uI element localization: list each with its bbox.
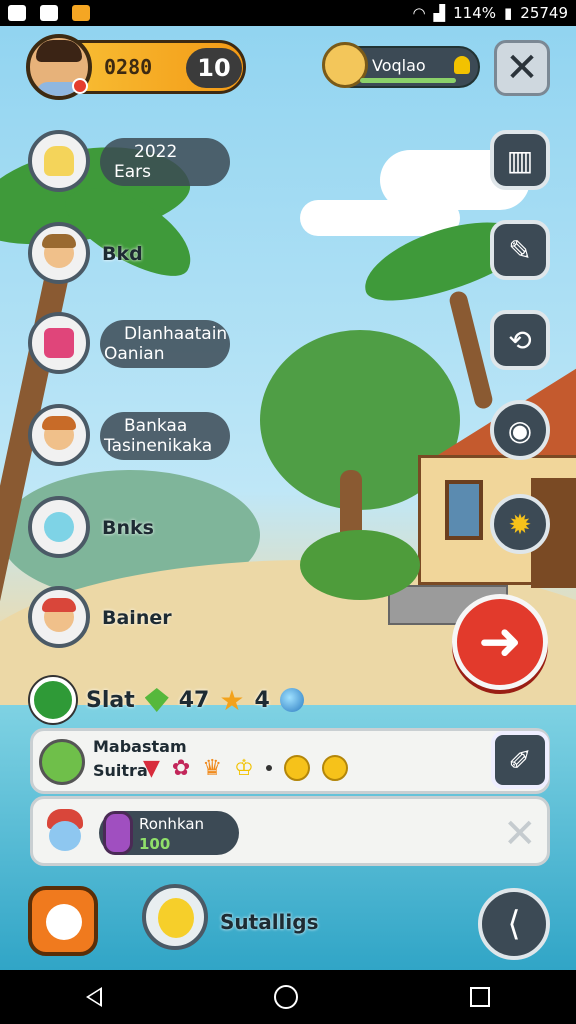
battery-icon: ▮ [504, 4, 513, 22]
beach-house [378, 355, 576, 625]
menu-item-team[interactable]: Bankaa Tasinenikaka [28, 404, 238, 466]
go-button[interactable]: ➜ [452, 594, 548, 690]
app-notification-icon [8, 5, 26, 21]
system-nav-bar [0, 970, 576, 1024]
menu-item-label: Bkd [102, 243, 143, 265]
coin-count: 0280 [104, 55, 153, 79]
avatar-hair [36, 40, 82, 62]
leaf-icon [144, 688, 169, 712]
house-window [445, 480, 483, 540]
stat-value-2: 4 [254, 687, 270, 713]
cat-icon [46, 904, 82, 940]
menu-item-banner[interactable]: Bainer [28, 586, 198, 648]
recents-icon[interactable] [470, 987, 490, 1007]
inventory-icon: ▥ [506, 143, 534, 177]
crown-icon: ♔ [234, 755, 254, 781]
quest-title: Mabastam [93, 737, 187, 756]
gear-icon: ✹ [508, 507, 532, 541]
edit-icon: ✐ [508, 743, 532, 777]
wifi-icon: ◠ [412, 4, 426, 22]
friend-name: Voqlao [372, 56, 426, 75]
level-badge: 10 [186, 48, 242, 88]
menu-item-events[interactable]: 2022 Ears [28, 130, 238, 192]
menu-item-friends[interactable]: Bkd [28, 222, 178, 284]
quest-subtitle: Suitra [93, 761, 148, 780]
berry-icon: ✿ [171, 755, 191, 781]
menu-item-label: Bnks [102, 517, 154, 539]
home-icon[interactable] [274, 985, 298, 1009]
close-button[interactable]: ✕ [494, 40, 550, 96]
character-avatar-icon [28, 222, 90, 284]
character-avatar-icon [28, 586, 90, 648]
app-notification-icon [72, 5, 90, 21]
quest-panel[interactable]: Mabastam Suitra ▼ ✿ ♛ ♔ ✐ [30, 728, 550, 794]
separator-dot [265, 765, 272, 771]
dragon-icon [39, 739, 85, 785]
reward-title: Ronhkan [139, 815, 205, 833]
close-icon: ✕ [505, 45, 539, 91]
back-icon[interactable] [86, 987, 102, 1007]
reward-value: 100 [139, 835, 171, 853]
battery-text: 114% [453, 4, 497, 22]
clock: 25749 [520, 4, 568, 22]
inventory-button[interactable]: ▥ [490, 130, 550, 190]
arrow-right-icon: ➜ [478, 612, 522, 672]
edit-button[interactable]: ✐ [491, 731, 549, 789]
reward-panel[interactable]: Ronhkan 100 ✕ [30, 796, 550, 866]
menu-item-shop[interactable]: Dlanhaatain Oanian [28, 312, 238, 374]
signal-icon: ▟ [433, 4, 446, 22]
lightbulb-icon [28, 130, 90, 192]
companion-button[interactable] [142, 884, 208, 950]
share-icon: ⟨ [507, 904, 521, 944]
menu-item-label: Dlanhaatain Oanian [100, 320, 230, 368]
globe-icon [279, 688, 304, 712]
pencil-icon: ✎ [508, 233, 532, 267]
settings-label[interactable]: Sutalligs [220, 910, 319, 934]
map-button[interactable]: ⟲ [490, 310, 550, 370]
edit-tool-button[interactable]: ✎ [490, 220, 550, 280]
menu-item-label: Bainer [102, 607, 172, 629]
settings-button[interactable]: ✹ [490, 494, 550, 554]
stat-value-1: 47 [178, 687, 210, 713]
potion-icon: ▼ [143, 755, 160, 781]
camera-icon: ◉ [507, 413, 533, 447]
game-screen: ◠ ▟ 114% ▮ 25749 0280 10 Voqlao ✕ 2022 E… [0, 0, 576, 1024]
friend-progress-bar [360, 78, 456, 83]
quest-rewards: ▼ ✿ ♛ ♔ [143, 755, 348, 781]
menu-item-books[interactable]: Bnks [28, 496, 178, 558]
crown-icon: ♛ [202, 755, 223, 781]
menu-item-label: Bankaa Tasinenikaka [100, 412, 230, 460]
energy-icon [30, 677, 76, 723]
map-icon: ⟲ [508, 323, 532, 357]
dismiss-button[interactable]: ✕ [503, 811, 537, 857]
gem-icon [103, 811, 133, 855]
pet-icon [28, 496, 90, 558]
menu-item-label: 2022 Ears [100, 138, 230, 186]
character-avatar-icon [28, 404, 90, 466]
notification-dot [72, 78, 88, 94]
stats-row: Slat 47 ★ 4 [30, 676, 304, 724]
share-button[interactable]: ⟨ [478, 888, 550, 960]
camera-button[interactable]: ◉ [490, 400, 550, 460]
bell-icon[interactable] [454, 56, 470, 74]
chest-icon [28, 312, 90, 374]
chick-icon [158, 898, 194, 938]
stats-label: Slat [86, 687, 135, 713]
character-avatar-icon [41, 805, 89, 859]
bush [300, 530, 420, 600]
star-icon: ★ [219, 683, 245, 717]
app-notification-icon [40, 5, 58, 21]
status-bar: ◠ ▟ 114% ▮ 25749 [0, 0, 576, 26]
coin-icon [321, 755, 348, 781]
house-roof [378, 355, 576, 465]
pet-cat-button[interactable] [28, 886, 98, 956]
coin-icon [283, 755, 310, 781]
close-icon: ✕ [503, 811, 537, 857]
